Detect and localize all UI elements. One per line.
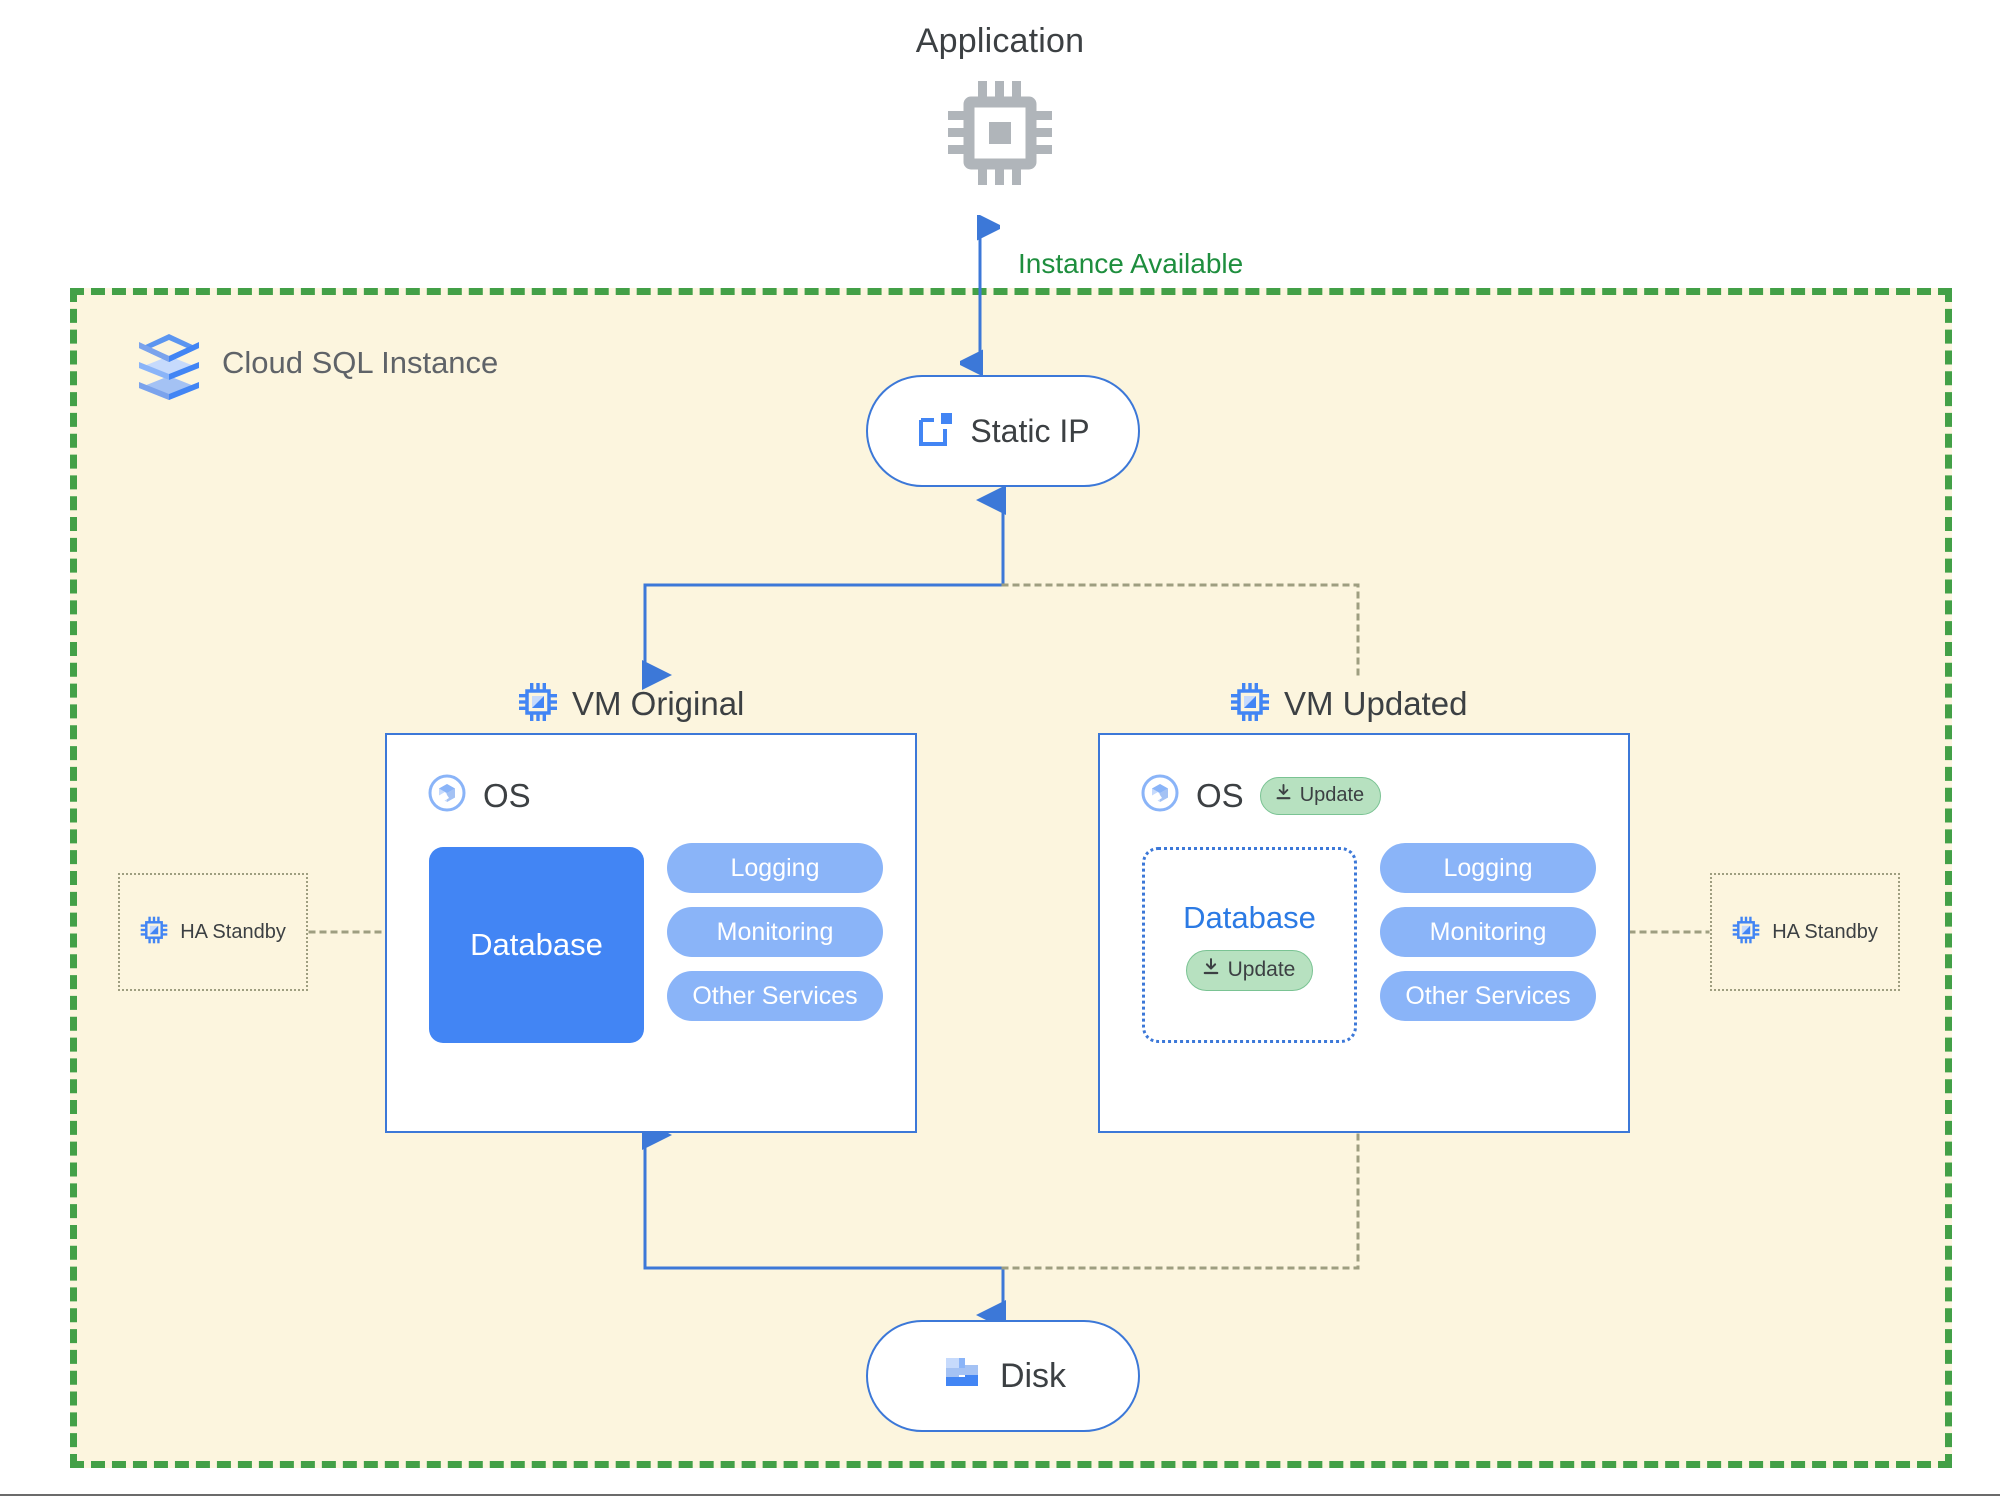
disk-node[interactable]: Disk bbox=[866, 1320, 1140, 1432]
cpu-chip-icon bbox=[945, 78, 1055, 188]
ha-standby-right: HA Standby bbox=[1710, 873, 1900, 991]
vm-updated-os-label: OS bbox=[1196, 776, 1244, 814]
instance-available-label: Instance Available bbox=[1018, 248, 1244, 279]
os-update-badge-label: Update bbox=[1299, 783, 1365, 806]
os-cube-icon bbox=[1140, 773, 1180, 818]
diagram-canvas: Application Cloud SQL Instance Instance … bbox=[0, 0, 2000, 1501]
download-icon bbox=[1274, 783, 1293, 808]
ha-standby-left-label: HA Standby bbox=[180, 920, 286, 943]
vm-original-header: VM Original bbox=[518, 680, 744, 728]
instance-available-arrow bbox=[956, 213, 1004, 377]
vm-updated-label: VM Updated bbox=[1284, 685, 1468, 722]
page-bottom-divider bbox=[0, 1494, 2000, 1496]
vm-original-os-row: OS bbox=[427, 773, 531, 818]
cloud-sql-instance-label: Cloud SQL Instance bbox=[222, 345, 499, 380]
application-label: Application bbox=[915, 22, 1085, 60]
service-pill-monitoring[interactable]: Monitoring bbox=[667, 907, 883, 957]
vm-updated-card: OS Update Database Update Logging Monito… bbox=[1098, 733, 1630, 1133]
vm-updated-database[interactable]: Database Update bbox=[1142, 847, 1357, 1043]
static-ip-label: Static IP bbox=[970, 412, 1090, 449]
ha-standby-left: HA Standby bbox=[118, 873, 308, 991]
vm-original-services: Logging Monitoring Other Services bbox=[667, 843, 883, 1021]
vm-original-database-label: Database bbox=[470, 927, 603, 962]
vm-updated-header: VM Updated bbox=[1230, 680, 1467, 728]
vm-updated-database-label: Database bbox=[1183, 899, 1316, 935]
static-ip-node[interactable]: Static IP bbox=[866, 375, 1140, 487]
disk-label: Disk bbox=[999, 1356, 1067, 1395]
vm-original-label: VM Original bbox=[572, 685, 745, 722]
vm-original-os-label: OS bbox=[483, 776, 531, 814]
service-pill-logging[interactable]: Logging bbox=[667, 843, 883, 893]
os-update-badge[interactable]: Update bbox=[1259, 776, 1382, 815]
download-icon bbox=[1201, 957, 1221, 983]
service-pill-monitoring[interactable]: Monitoring bbox=[1380, 907, 1596, 957]
vm-original-database[interactable]: Database bbox=[429, 847, 644, 1043]
service-pill-other-services[interactable]: Other Services bbox=[667, 971, 883, 1021]
os-cube-icon bbox=[427, 773, 467, 818]
service-pill-logging[interactable]: Logging bbox=[1380, 843, 1596, 893]
service-pill-other-services[interactable]: Other Services bbox=[1380, 971, 1596, 1021]
database-update-badge[interactable]: Update bbox=[1185, 949, 1314, 991]
vm-original-card: OS Database Logging Monitoring Other Ser… bbox=[385, 733, 917, 1133]
vm-chip-icon bbox=[140, 916, 168, 949]
static-ip-icon bbox=[916, 409, 956, 454]
vm-updated-services: Logging Monitoring Other Services bbox=[1380, 843, 1596, 1021]
vm-chip-icon bbox=[518, 682, 558, 727]
vm-chip-icon bbox=[1230, 682, 1270, 727]
vm-chip-icon bbox=[1732, 916, 1760, 949]
vm-updated-os-row: OS Update bbox=[1140, 773, 1382, 818]
database-update-badge-label: Update bbox=[1227, 957, 1296, 981]
disk-icon bbox=[940, 1352, 984, 1401]
ha-standby-right-label: HA Standby bbox=[1772, 920, 1878, 943]
cloud-sql-stack-icon bbox=[137, 332, 201, 402]
